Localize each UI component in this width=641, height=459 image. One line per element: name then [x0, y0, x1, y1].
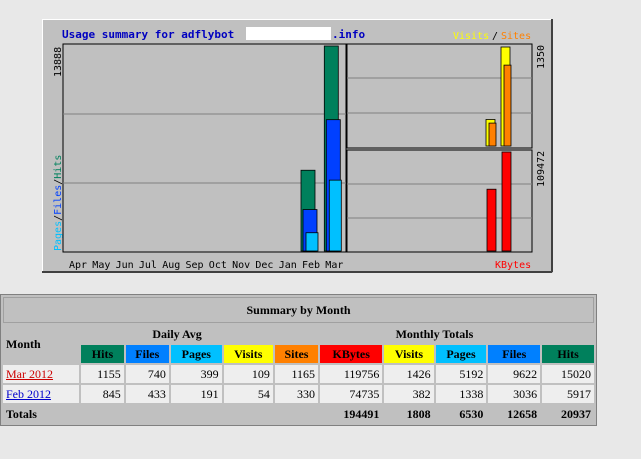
column-header-files: Files	[488, 345, 541, 363]
legend-left: Pages/Files/Hits	[53, 155, 64, 251]
month-link[interactable]: Feb 2012	[6, 387, 51, 401]
max-hits-label: 13888	[53, 47, 64, 77]
column-header-visits: Visits	[384, 345, 434, 363]
max-visits-label: 1350	[536, 45, 547, 69]
total-visits: 1808	[384, 405, 434, 423]
value-cell: 330	[274, 385, 319, 403]
bar-pages-feb	[305, 232, 319, 252]
redaction-box	[246, 27, 331, 40]
month-label-jan: Jan	[279, 260, 297, 271]
column-header-pages: Pages	[435, 345, 487, 363]
value-cell: 3036	[488, 385, 541, 403]
value-cell: 5917	[542, 385, 594, 403]
summary-table: Summary by Month Month Daily Avg Monthly…	[0, 294, 597, 426]
graph-title: Usage summary for adflybot	[62, 28, 234, 41]
value-cell: 1338	[435, 385, 487, 403]
month-label-dec: Dec	[255, 260, 273, 271]
value-cell: 54	[223, 385, 273, 403]
total-pages: 6530	[435, 405, 487, 423]
column-header-pages: Pages	[170, 345, 222, 363]
month-cell: Mar 2012	[3, 365, 80, 383]
value-cell: 15020	[542, 365, 594, 383]
month-label-jul: Jul	[139, 260, 157, 271]
kbytes-label: KBytes	[495, 260, 531, 271]
value-cell: 9622	[488, 365, 541, 383]
value-cell: 1165	[274, 365, 319, 383]
value-cell: 740	[125, 365, 169, 383]
month-header: Month	[3, 325, 80, 363]
table-row: Mar 2012 1155 740 399 109 1165 119756 1426 5192 9…	[3, 365, 594, 383]
month-label-jun: Jun	[116, 260, 134, 271]
totals-label: Totals	[3, 405, 319, 423]
table-row: Feb 2012 845 433 191 54 330 74735 382 1338 3036 59…	[3, 385, 594, 403]
value-cell: 433	[125, 385, 169, 403]
column-header-row: Hits Files Pages Visits Sites KBytes Visits Pag…	[3, 345, 594, 363]
month-label-may: May	[92, 260, 110, 271]
legend-pages: Pages	[53, 221, 64, 251]
bar-sites-feb	[488, 122, 497, 147]
month-label-apr: Apr	[69, 260, 87, 271]
total-files: 12658	[488, 405, 541, 423]
value-cell: 5192	[435, 365, 487, 383]
total-kbytes: 194491	[320, 405, 383, 423]
month-label-nov: Nov	[232, 260, 250, 271]
legend-hits: Hits	[53, 155, 64, 179]
month-label-mar: Mar	[325, 260, 343, 271]
value-cell: 191	[170, 385, 222, 403]
month-label-feb: Feb	[302, 260, 320, 271]
column-header-files: Files	[125, 345, 169, 363]
value-cell: 74735	[320, 385, 383, 403]
total-hits: 20937	[542, 405, 594, 423]
bar-kbytes-feb	[486, 188, 497, 252]
column-header-hits: Hits	[81, 345, 124, 363]
bar-pages-mar	[328, 179, 342, 252]
value-cell: 845	[81, 385, 124, 403]
legend-sep: /	[492, 31, 498, 42]
data-rows: Mar 2012 1155 740 399 109 1165 119756 1426 5192 9…	[3, 365, 594, 403]
usage-graph: Usage summary for adflybot .info Visits …	[42, 19, 553, 273]
value-cell: 399	[170, 365, 222, 383]
month-label-aug: Aug	[162, 260, 180, 271]
bar-kbytes-mar	[501, 151, 512, 252]
max-kbytes-label: 109472	[536, 151, 547, 187]
value-cell: 1426	[384, 365, 434, 383]
bar-sites-mar	[503, 64, 512, 147]
legend-sites: Sites	[501, 31, 531, 42]
column-header-kbytes: KBytes	[320, 345, 383, 363]
value-cell: 1155	[81, 365, 124, 383]
legend-files: Files	[53, 185, 64, 215]
month-label-sep: Sep	[186, 260, 204, 271]
month-cell: Feb 2012	[3, 385, 80, 403]
value-cell: 109	[223, 365, 273, 383]
daily-avg-header: Daily Avg	[81, 325, 273, 343]
column-header-sites: Sites	[274, 345, 319, 363]
column-header-hits: Hits	[542, 345, 594, 363]
value-cell: 382	[384, 385, 434, 403]
summary-title: Summary by Month	[3, 297, 594, 323]
legend-visits: Visits	[453, 31, 489, 42]
graph-title-suffix: .info	[332, 28, 365, 41]
value-cell: 119756	[320, 365, 383, 383]
column-header-visits: Visits	[223, 345, 273, 363]
month-link[interactable]: Mar 2012	[6, 367, 53, 381]
month-label-oct: Oct	[209, 260, 227, 271]
monthly-totals-header: Monthly Totals	[274, 325, 594, 343]
